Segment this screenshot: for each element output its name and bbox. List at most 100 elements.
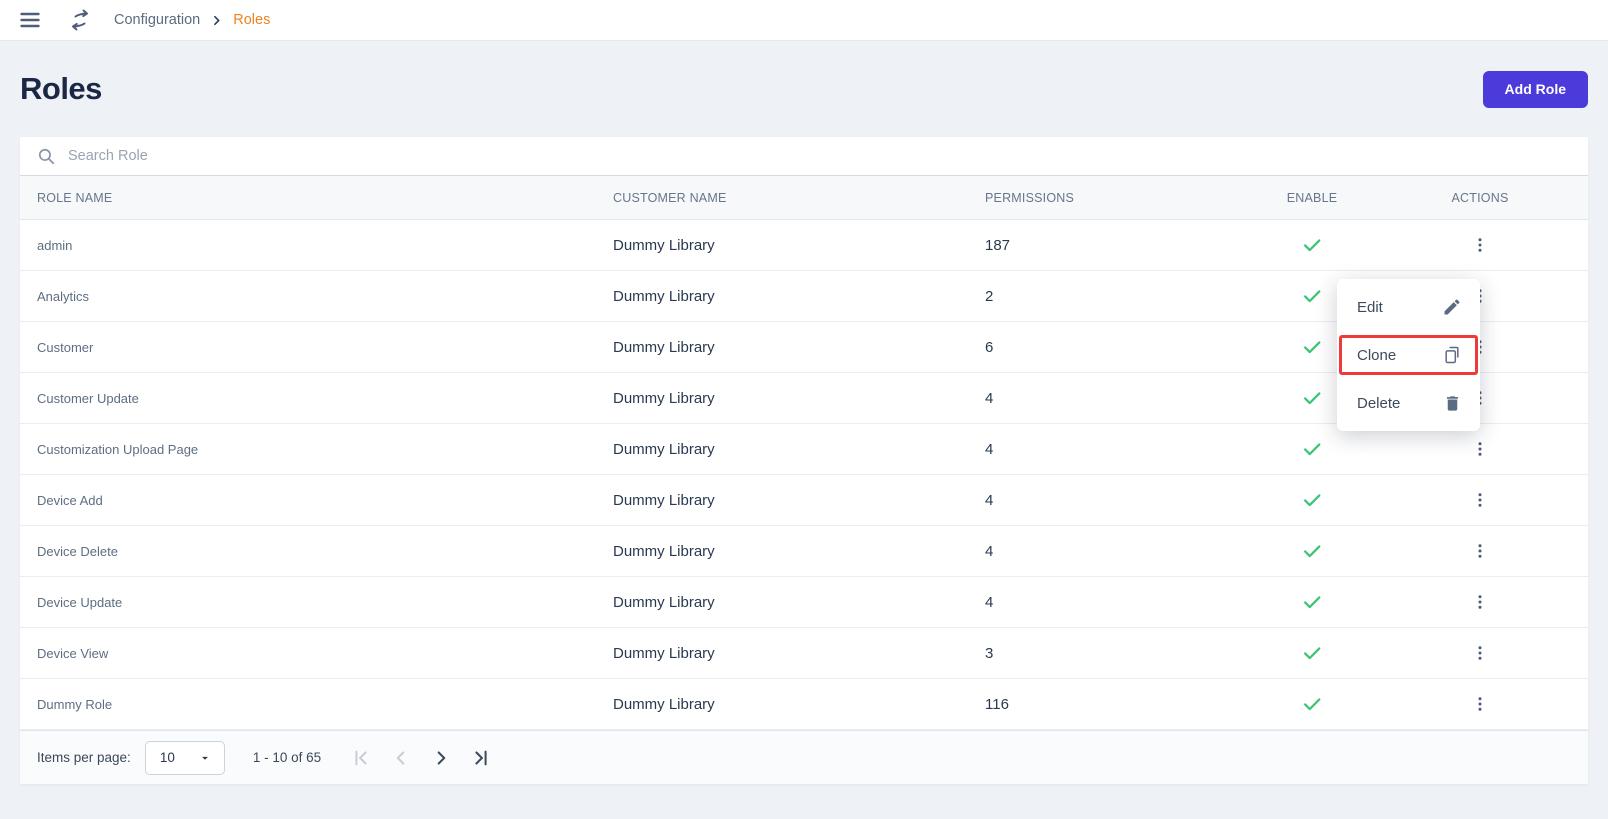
permissions-cell: 4 — [985, 492, 1252, 509]
permissions-cell: 4 — [985, 543, 1252, 560]
roles-table-card: ROLE NAME CUSTOMER NAME PERMISSIONS ENAB… — [20, 137, 1588, 784]
page-range-label: 1 - 10 of 65 — [253, 750, 321, 765]
column-header-actions: ACTIONS — [1372, 191, 1588, 205]
search-bar — [20, 137, 1588, 176]
permissions-cell: 2 — [985, 288, 1252, 305]
menu-item-label: Edit — [1357, 299, 1383, 316]
role-name-cell[interactable]: Device Delete — [20, 544, 613, 559]
enabled-check-icon — [1301, 285, 1323, 307]
row-actions-dots-icon[interactable] — [1466, 588, 1494, 616]
next-page-icon[interactable] — [421, 738, 461, 778]
menu-item-edit[interactable]: Edit — [1337, 283, 1480, 331]
row-actions-dots-icon[interactable] — [1466, 639, 1494, 667]
menu-item-label: Delete — [1357, 395, 1400, 412]
table-row: Device View Dummy Library 3 — [20, 628, 1588, 679]
role-name-cell[interactable]: Customer — [20, 340, 613, 355]
role-name-cell[interactable]: Analytics — [20, 289, 613, 304]
customer-name-cell: Dummy Library — [613, 696, 985, 713]
row-actions-dots-icon[interactable] — [1466, 690, 1494, 718]
caret-down-icon — [198, 751, 212, 765]
first-page-icon[interactable] — [341, 738, 381, 778]
row-actions-context-menu: Edit Clone Delete — [1337, 279, 1480, 431]
enabled-check-icon — [1301, 387, 1323, 409]
actions-cell — [1372, 690, 1588, 718]
menu-item-delete[interactable]: Delete — [1337, 379, 1480, 427]
enabled-check-icon — [1301, 489, 1323, 511]
hamburger-menu-icon[interactable] — [18, 8, 42, 32]
role-name-cell[interactable]: Device Add — [20, 493, 613, 508]
table-row: Device Delete Dummy Library 4 — [20, 526, 1588, 577]
previous-page-icon[interactable] — [381, 738, 421, 778]
permissions-cell: 4 — [985, 441, 1252, 458]
enabled-check-icon — [1301, 591, 1323, 613]
actions-cell — [1372, 486, 1588, 514]
role-name-cell[interactable]: Customer Update — [20, 391, 613, 406]
add-role-button[interactable]: Add Role — [1483, 71, 1588, 108]
breadcrumb-roles: Roles — [233, 12, 270, 28]
table-row: Customization Upload Page Dummy Library … — [20, 424, 1588, 475]
table-row: Dummy Role Dummy Library 116 — [20, 679, 1588, 730]
enabled-check-icon — [1301, 234, 1323, 256]
role-name-cell[interactable]: Customization Upload Page — [20, 442, 613, 457]
items-per-page-label: Items per page: — [37, 750, 131, 765]
swap-arrows-icon[interactable] — [68, 8, 92, 32]
actions-cell — [1372, 537, 1588, 565]
column-header-customer-name: CUSTOMER NAME — [613, 191, 985, 205]
actions-cell — [1372, 435, 1588, 463]
customer-name-cell: Dummy Library — [613, 288, 985, 305]
paginator: Items per page: 10 1 - 10 of 65 — [20, 730, 1588, 784]
top-bar: Configuration Roles — [0, 0, 1608, 41]
customer-name-cell: Dummy Library — [613, 645, 985, 662]
permissions-cell: 116 — [985, 696, 1252, 713]
customer-name-cell: Dummy Library — [613, 390, 985, 407]
page-title: Roles — [20, 71, 102, 107]
enabled-check-icon — [1301, 642, 1323, 664]
chevron-right-icon — [210, 14, 223, 27]
role-name-cell[interactable]: admin — [20, 238, 613, 253]
enable-cell — [1252, 438, 1372, 460]
actions-cell — [1372, 588, 1588, 616]
pencil-icon — [1442, 297, 1462, 317]
page-header: Roles Add Role — [0, 41, 1608, 137]
row-actions-dots-icon[interactable] — [1466, 231, 1494, 259]
table-header-row: ROLE NAME CUSTOMER NAME PERMISSIONS ENAB… — [20, 176, 1588, 220]
row-actions-dots-icon[interactable] — [1466, 486, 1494, 514]
copy-icon — [1442, 345, 1462, 365]
search-icon — [37, 147, 56, 166]
enabled-check-icon — [1301, 336, 1323, 358]
table-row: Device Add Dummy Library 4 — [20, 475, 1588, 526]
row-actions-dots-icon[interactable] — [1466, 435, 1494, 463]
customer-name-cell: Dummy Library — [613, 543, 985, 560]
enabled-check-icon — [1301, 540, 1323, 562]
column-header-permissions: PERMISSIONS — [985, 191, 1252, 205]
breadcrumb-configuration[interactable]: Configuration — [114, 12, 200, 28]
search-input[interactable] — [68, 148, 1571, 164]
enable-cell — [1252, 693, 1372, 715]
page-size-select[interactable]: 10 — [145, 741, 225, 775]
permissions-cell: 6 — [985, 339, 1252, 356]
role-name-cell[interactable]: Device Update — [20, 595, 613, 610]
customer-name-cell: Dummy Library — [613, 339, 985, 356]
customer-name-cell: Dummy Library — [613, 237, 985, 254]
trash-icon — [1443, 394, 1462, 413]
menu-item-clone[interactable]: Clone — [1339, 335, 1478, 375]
last-page-icon[interactable] — [461, 738, 501, 778]
role-name-cell[interactable]: Device View — [20, 646, 613, 661]
pager-nav — [341, 738, 501, 778]
permissions-cell: 4 — [985, 390, 1252, 407]
enable-cell — [1252, 591, 1372, 613]
enable-cell — [1252, 234, 1372, 256]
role-name-cell[interactable]: Dummy Role — [20, 697, 613, 712]
table-row: admin Dummy Library 187 — [20, 220, 1588, 271]
customer-name-cell: Dummy Library — [613, 594, 985, 611]
actions-cell — [1372, 231, 1588, 259]
permissions-cell: 187 — [985, 237, 1252, 254]
row-actions-dots-icon[interactable] — [1466, 537, 1494, 565]
enabled-check-icon — [1301, 438, 1323, 460]
table-row: Device Update Dummy Library 4 — [20, 577, 1588, 628]
breadcrumb: Configuration Roles — [114, 12, 270, 28]
customer-name-cell: Dummy Library — [613, 492, 985, 509]
column-header-enable: ENABLE — [1252, 191, 1372, 205]
enable-cell — [1252, 489, 1372, 511]
customer-name-cell: Dummy Library — [613, 441, 985, 458]
